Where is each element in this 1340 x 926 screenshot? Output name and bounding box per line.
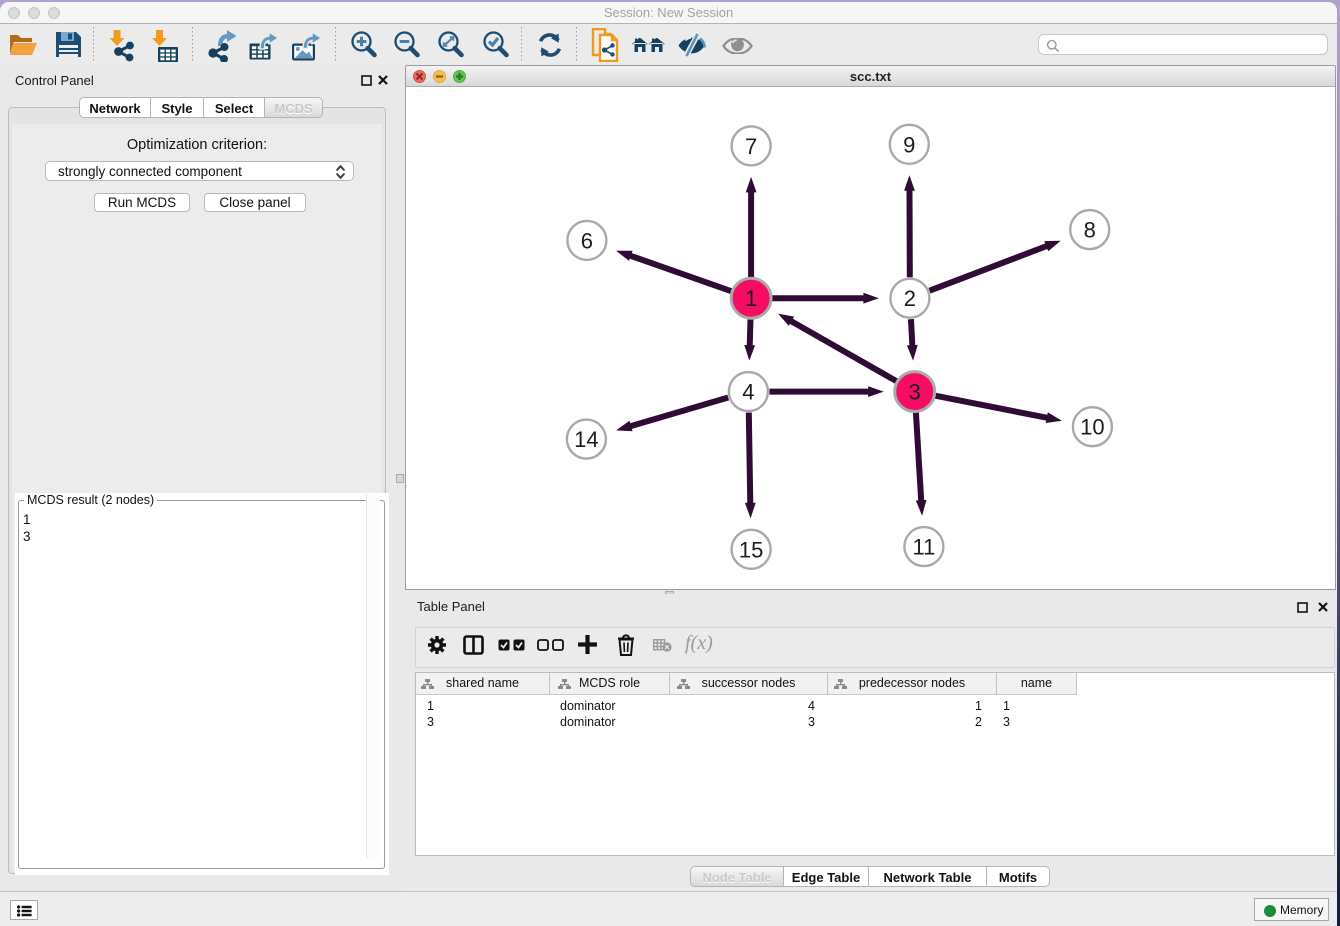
svg-text:11: 11 — [912, 535, 935, 560]
svg-text:7: 7 — [745, 134, 757, 159]
svg-text:8: 8 — [1084, 218, 1096, 243]
svg-text:6: 6 — [581, 228, 593, 253]
svg-text:14: 14 — [574, 427, 598, 452]
svg-text:2: 2 — [904, 286, 916, 311]
svg-text:1: 1 — [745, 286, 757, 311]
svg-text:10: 10 — [1080, 415, 1104, 440]
svg-text:15: 15 — [739, 537, 763, 562]
svg-text:9: 9 — [903, 132, 915, 157]
svg-text:3: 3 — [909, 380, 921, 405]
svg-text:4: 4 — [742, 380, 754, 405]
